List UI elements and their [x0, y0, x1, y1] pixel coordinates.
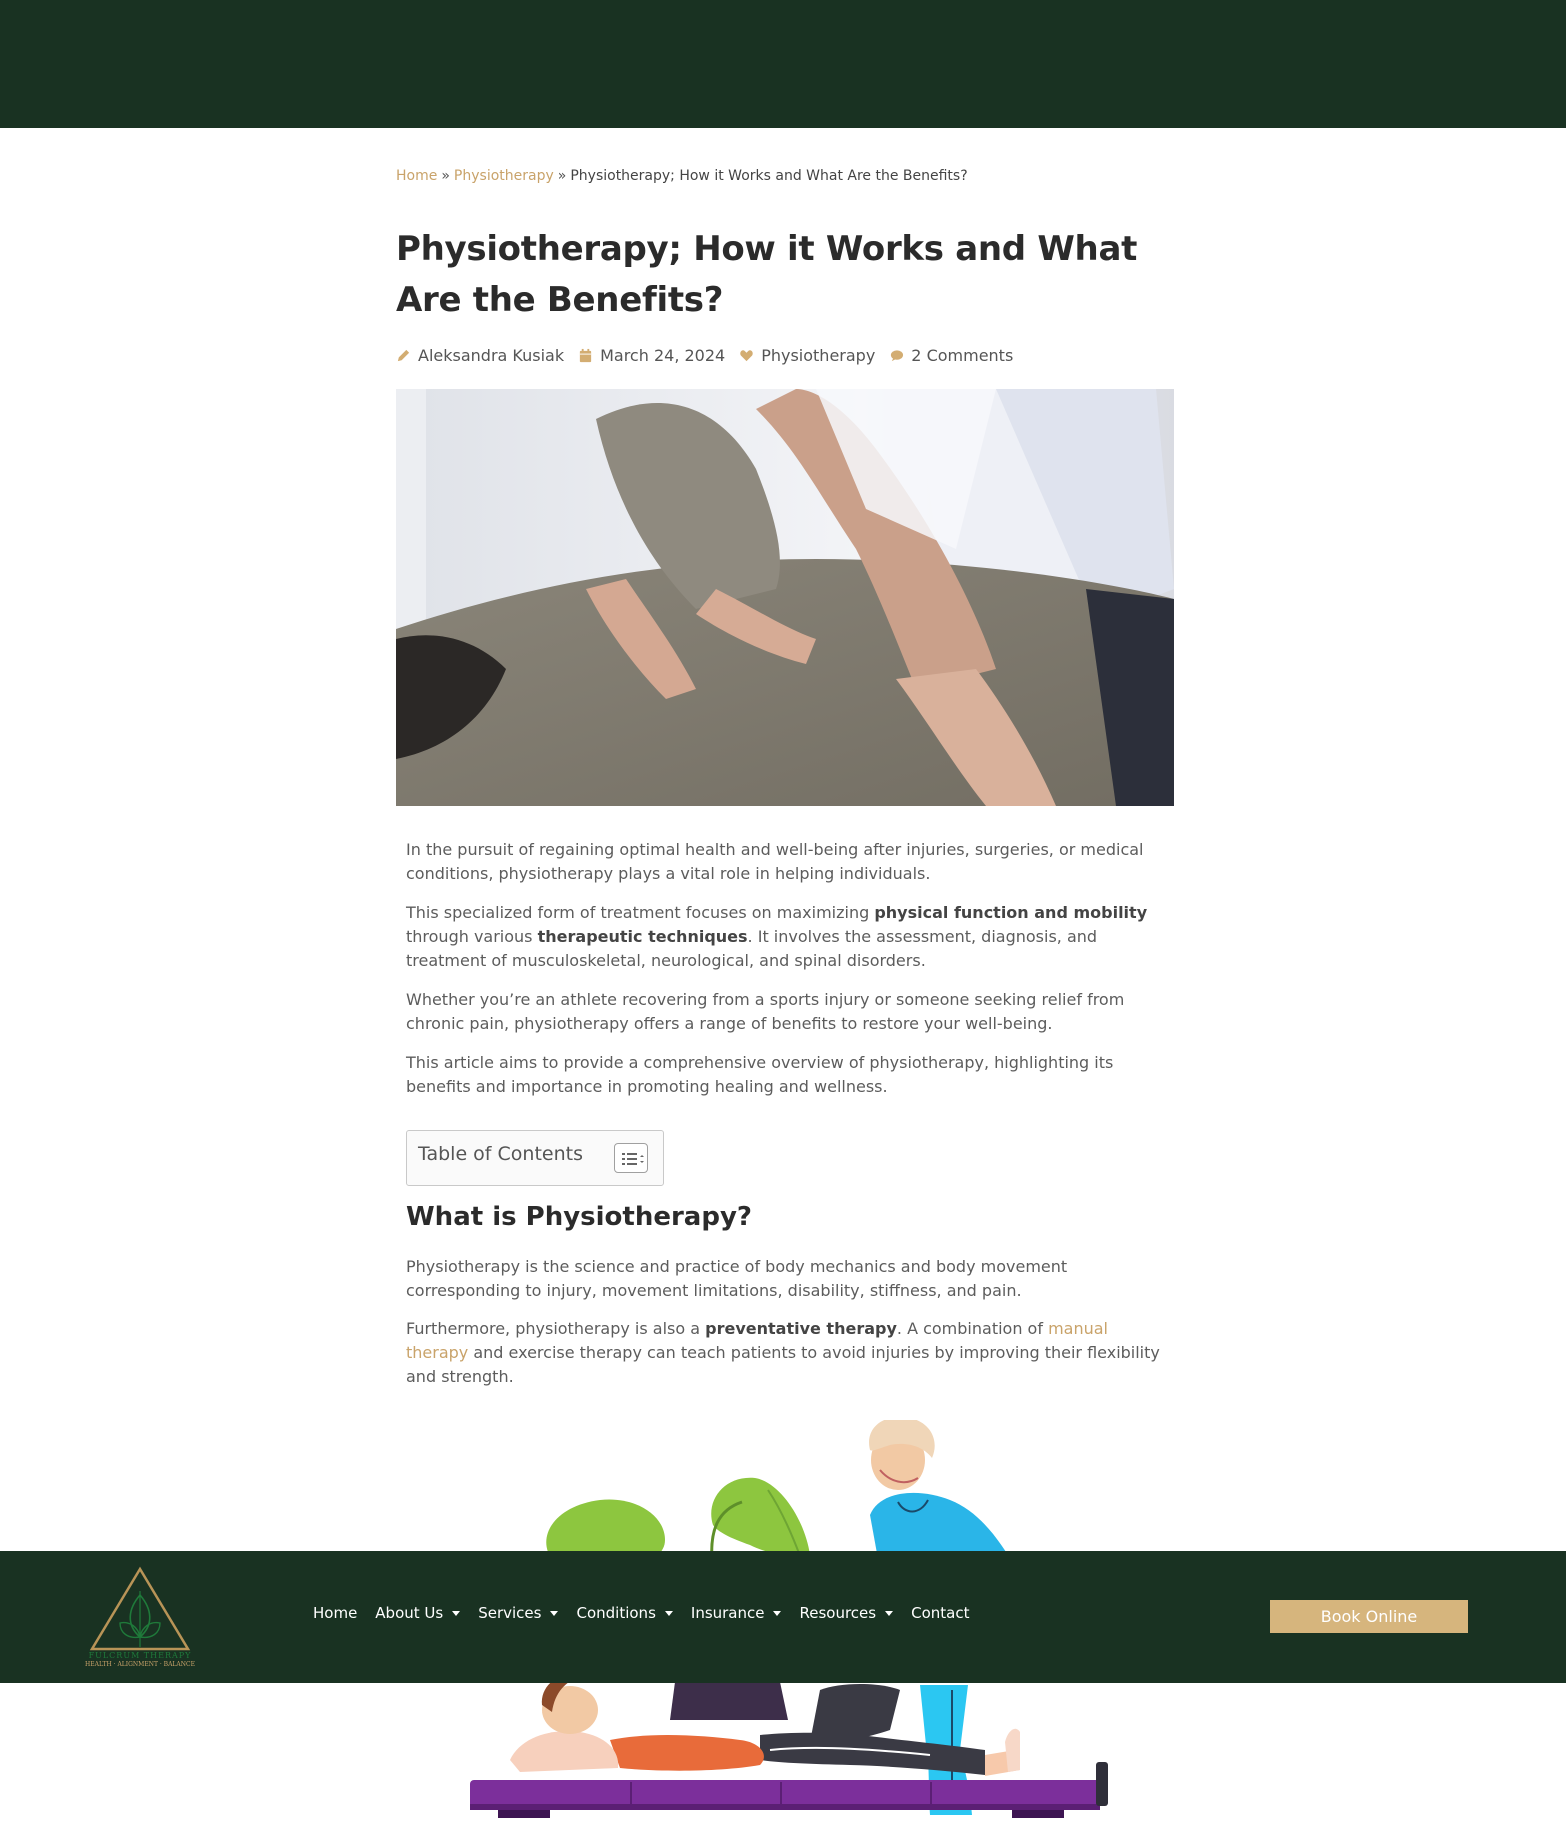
- breadcrumb: Home» Physiotherapy» Physiotherapy; How it…: [396, 168, 968, 184]
- post-date: March 24, 2024: [600, 346, 726, 365]
- section-paragraph: Physiotherapy is the science and practic…: [406, 1257, 1068, 1300]
- pencil-icon: [397, 349, 410, 362]
- chevron-down-icon: [885, 1610, 894, 1616]
- nav-label: Resources: [799, 1604, 877, 1622]
- breadcrumb-current: Physiotherapy; How it Works and What Are…: [570, 168, 968, 184]
- post-meta: Aleksandra Kusiak March 24, 2024 Physiot…: [396, 346, 1027, 365]
- article-section: Physiotherapy is the science and practic…: [406, 1255, 1166, 1403]
- chevron-down-icon: [664, 1610, 673, 1616]
- nav-label: Services: [478, 1604, 542, 1622]
- nav-item-services[interactable]: Services: [478, 1604, 559, 1622]
- post-category: Physiotherapy: [761, 346, 876, 365]
- nav-label: Home: [313, 1604, 358, 1622]
- text-run: . A combination of: [896, 1319, 1049, 1338]
- sticky-navbar: FULCRUM THERAPY HEALTH · ALIGNMENT · BAL…: [0, 1551, 1566, 1683]
- nav-label: Conditions: [576, 1604, 656, 1622]
- bold-text: preventative therapy: [705, 1319, 897, 1338]
- nav-label: Contact: [911, 1604, 970, 1622]
- meta-category[interactable]: Physiotherapy: [739, 346, 875, 365]
- chevron-down-icon: [773, 1610, 782, 1616]
- nav-item-about-us[interactable]: About Us: [375, 1604, 461, 1622]
- meta-date[interactable]: March 24, 2024: [578, 346, 725, 365]
- table-of-contents[interactable]: Table of Contents: [406, 1130, 664, 1186]
- physiotherapy-photo: [396, 389, 1174, 806]
- chevron-down-icon: [550, 1610, 559, 1616]
- intro-paragraph: Whether you’re an athlete recovering fro…: [406, 990, 1125, 1033]
- breadcrumb-separator: »: [441, 168, 450, 184]
- main-nav: Home About Us Services Conditions Insura…: [313, 1604, 987, 1622]
- bold-text: therapeutic techniques: [537, 927, 748, 946]
- logo-tagline: HEALTH · ALIGNMENT · BALANCE: [85, 1661, 195, 1668]
- breadcrumb-home-link[interactable]: Home: [396, 168, 437, 184]
- nav-item-home[interactable]: Home: [313, 1604, 357, 1622]
- toc-label: Table of Contents: [418, 1143, 583, 1165]
- nav-label: About Us: [375, 1604, 444, 1622]
- page-title: Physiotherapy; How it Works and What Are…: [396, 229, 1138, 320]
- text-run: Furthermore, physiotherapy is also a: [406, 1319, 706, 1338]
- intro-paragraph: This article aims to provide a comprehen…: [406, 1053, 1114, 1096]
- section-heading: What is Physiotherapy?: [406, 1202, 752, 1232]
- comment-count: 2 Comments: [911, 346, 1014, 365]
- book-online-button[interactable]: Book Online: [1270, 1600, 1468, 1633]
- meta-author[interactable]: Aleksandra Kusiak: [396, 346, 564, 365]
- nav-label: Insurance: [690, 1604, 765, 1622]
- meta-comments[interactable]: 2 Comments: [889, 346, 1013, 365]
- section-paragraph: Furthermore, physiotherapy is also a pre…: [406, 1317, 1166, 1389]
- heart-icon: [740, 350, 753, 362]
- logo-text: FULCRUM THERAPY: [88, 1651, 192, 1660]
- list-toggle-icon: [622, 1153, 644, 1165]
- nav-item-conditions[interactable]: Conditions: [576, 1604, 673, 1622]
- text-run: through various: [406, 927, 538, 946]
- comment-icon: [891, 350, 904, 362]
- bold-text: physical function and mobility: [874, 903, 1148, 922]
- intro-paragraph: This specialized form of treatment focus…: [406, 901, 1166, 973]
- nav-item-insurance[interactable]: Insurance: [691, 1604, 782, 1622]
- chevron-down-icon: [452, 1610, 461, 1616]
- author-name: Aleksandra Kusiak: [418, 346, 565, 365]
- toc-toggle-button[interactable]: [614, 1143, 648, 1173]
- breadcrumb-separator: »: [557, 168, 567, 184]
- article-intro: In the pursuit of regaining optimal heal…: [406, 838, 1166, 1114]
- fulcrum-therapy-logo[interactable]: FULCRUM THERAPY HEALTH · ALIGNMENT · BAL…: [74, 1565, 206, 1670]
- nav-item-contact[interactable]: Contact: [911, 1604, 969, 1622]
- nav-item-resources[interactable]: Resources: [799, 1604, 894, 1622]
- breadcrumb-category-link[interactable]: Physiotherapy: [454, 168, 554, 184]
- calendar-icon: [579, 348, 592, 363]
- text-run: and exercise therapy can teach patients …: [406, 1343, 1160, 1386]
- header-band: [0, 0, 1566, 128]
- text-run: This specialized form of treatment focus…: [406, 903, 875, 922]
- featured-image: [396, 389, 1174, 806]
- intro-paragraph: In the pursuit of regaining optimal heal…: [406, 840, 1144, 883]
